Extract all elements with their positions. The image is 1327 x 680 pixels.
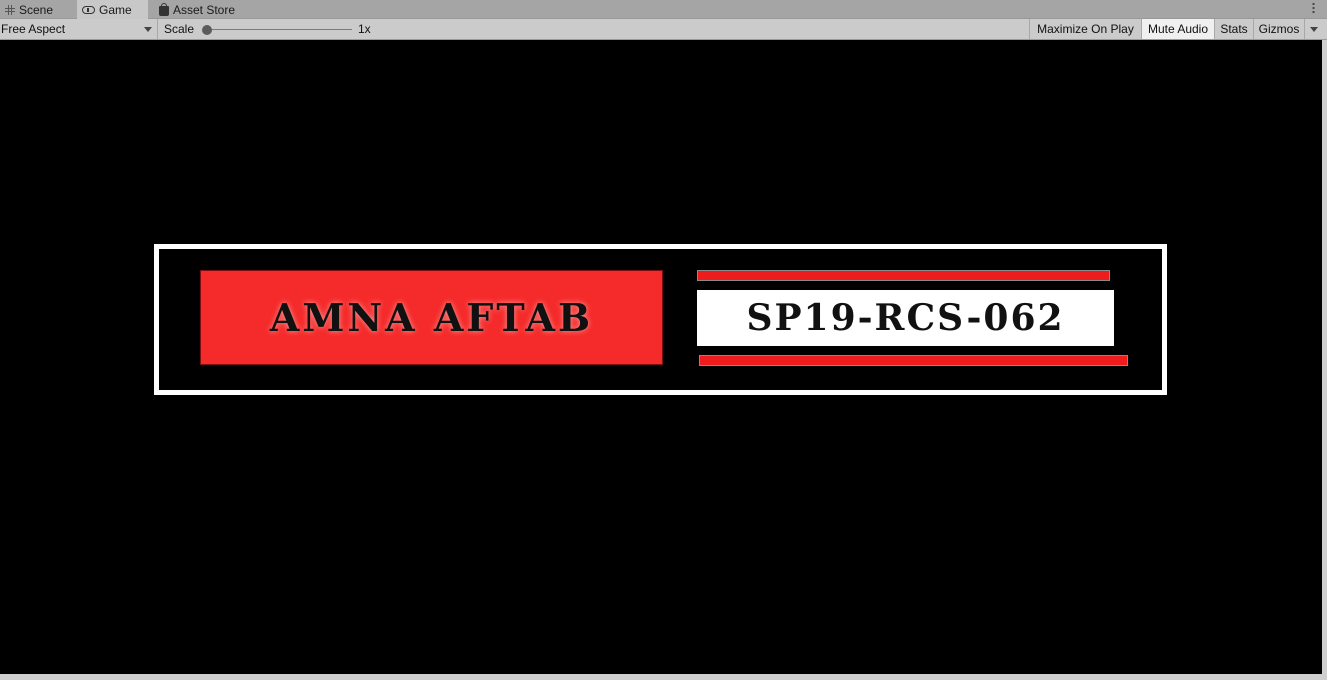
tab-game-label: Game (99, 3, 132, 17)
gamepad-icon (82, 6, 95, 14)
id-panel: SP19-RCS-062 (697, 290, 1114, 346)
grid-icon (5, 4, 15, 15)
tab-asset-store-label: Asset Store (173, 2, 236, 17)
scale-label: Scale (164, 22, 195, 36)
mute-audio-toggle[interactable]: Mute Audio (1141, 19, 1214, 39)
maximize-on-play-toggle[interactable]: Maximize On Play (1029, 19, 1141, 39)
tab-scene-label: Scene (19, 2, 54, 17)
tab-game[interactable]: Game (77, 0, 148, 20)
tab-scene[interactable]: Scene (0, 0, 76, 19)
chevron-down-icon (144, 27, 152, 32)
chevron-down-icon (1310, 27, 1318, 32)
aspect-dropdown-value: Free Aspect (1, 22, 66, 36)
panel-edge-bottom (0, 674, 1327, 680)
editor-tab-bar: Scene Game Asset Store (0, 0, 1327, 20)
name-panel: AMNA AFTAB (200, 270, 663, 365)
scale-slider-thumb[interactable] (202, 25, 212, 35)
more-options-icon[interactable] (1312, 2, 1315, 14)
gizmos-toggle[interactable]: Gizmos (1253, 19, 1304, 39)
scale-slider-track[interactable] (206, 29, 352, 30)
aspect-dropdown[interactable]: Free Aspect (0, 19, 158, 39)
tab-asset-store[interactable]: Asset Store (154, 0, 254, 19)
gizmos-dropdown[interactable] (1304, 19, 1322, 39)
decor-bar-top (697, 270, 1110, 281)
panel-edge-right (1322, 40, 1327, 680)
name-text: AMNA AFTAB (269, 295, 594, 340)
scale-value: 1x (358, 22, 371, 36)
stats-toggle[interactable]: Stats (1214, 19, 1253, 39)
id-text: SP19-RCS-062 (746, 297, 1065, 339)
game-view-toolbar: Free Aspect Scale 1x Maximize On Play Mu… (0, 19, 1327, 40)
shopping-bag-icon (159, 2, 169, 16)
decor-bar-bottom (699, 355, 1128, 366)
